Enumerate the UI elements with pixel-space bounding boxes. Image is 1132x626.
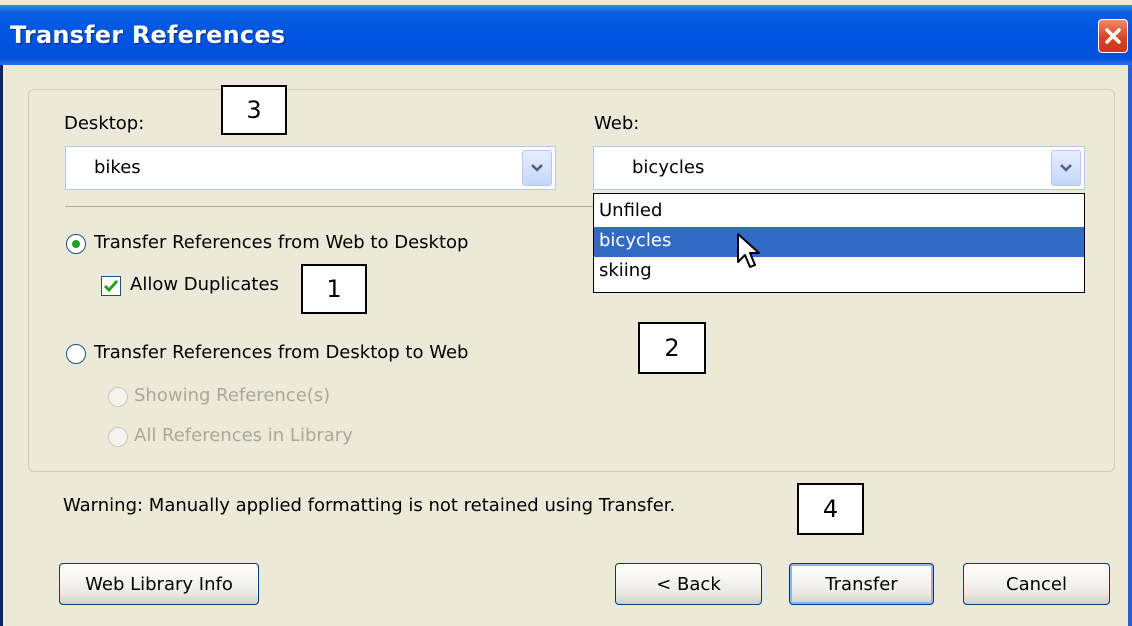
separator-line [65, 206, 595, 207]
desktop-dropdown-button[interactable] [522, 150, 552, 186]
web-library-info-button[interactable]: Web Library Info [59, 563, 259, 605]
dropdown-option-bicycles[interactable]: bicycles [594, 227, 1084, 257]
web-label: Web: [594, 113, 640, 134]
chevron-down-icon [1060, 164, 1072, 172]
dropdown-option-skiing[interactable]: skiing [594, 257, 1084, 287]
radio-showing-references[interactable] [108, 387, 128, 407]
window-frame-right [1128, 65, 1132, 626]
annotation-box-2: 2 [638, 322, 706, 374]
web-dropdown-button[interactable] [1051, 150, 1081, 186]
warning-text: Warning: Manually applied formatting is … [63, 495, 676, 516]
radio-web-to-desktop[interactable] [66, 234, 86, 254]
dropdown-option-label: Unfiled [599, 200, 663, 221]
annotation-box-1: 1 [301, 264, 367, 314]
close-icon [1105, 28, 1121, 44]
all-references-label: All References in Library [134, 425, 353, 446]
dropdown-option-unfiled[interactable]: Unfiled [594, 197, 1084, 227]
dialog-window: Transfer References Desktop: bikes Web: … [0, 0, 1132, 626]
radio-all-references[interactable] [108, 427, 128, 447]
web-to-desktop-label: Transfer References from Web to Desktop [94, 232, 469, 253]
cancel-button[interactable]: Cancel [963, 563, 1110, 605]
web-library-select[interactable]: bicycles [593, 146, 1085, 190]
dropdown-option-label: skiing [599, 260, 652, 281]
allow-duplicates-label: Allow Duplicates [130, 274, 279, 295]
window-frame-left [0, 65, 3, 626]
web-dropdown-list: Unfiled bicycles skiing [593, 193, 1085, 293]
chevron-down-icon [531, 164, 543, 172]
checkmark-icon [103, 280, 119, 293]
desktop-to-web-label: Transfer References from Desktop to Web [94, 342, 469, 363]
transfer-button[interactable]: Transfer [789, 563, 934, 605]
annotation-box-3: 3 [221, 85, 287, 135]
dialog-title: Transfer References [10, 21, 286, 49]
web-selected-value: bicycles [632, 157, 705, 178]
back-button[interactable]: < Back [615, 563, 762, 605]
title-bar: Transfer References [0, 5, 1132, 65]
desktop-selected-value: bikes [94, 157, 141, 178]
close-button[interactable] [1098, 19, 1128, 53]
annotation-box-4: 4 [797, 483, 864, 535]
dropdown-option-label: bicycles [599, 230, 672, 251]
radio-selected-dot [72, 240, 80, 248]
desktop-library-select[interactable]: bikes [65, 146, 556, 190]
mouse-cursor-icon [737, 233, 760, 268]
radio-desktop-to-web[interactable] [66, 344, 86, 364]
desktop-label: Desktop: [64, 113, 145, 134]
allow-duplicates-checkbox[interactable] [101, 276, 121, 296]
showing-references-label: Showing Reference(s) [134, 385, 331, 406]
